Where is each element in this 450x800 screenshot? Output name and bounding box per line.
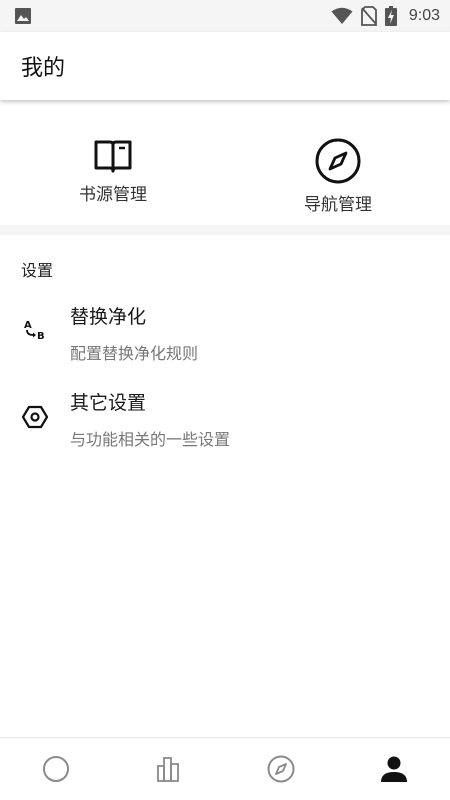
other-settings-title: 其它设置	[70, 392, 147, 414]
nav-tab-mine[interactable]	[379, 754, 409, 784]
wifi-icon	[331, 7, 353, 24]
other-settings-item[interactable]: 其它设置 与功能相关的一些设置	[0, 382, 450, 462]
book-open-icon	[94, 140, 132, 173]
replace-purify-title: 替换净化	[70, 306, 147, 328]
navigation-management-button[interactable]: 导航管理	[263, 138, 413, 215]
circle-icon	[43, 756, 69, 782]
status-time: 9:03	[408, 7, 440, 24]
page-title: 我的	[21, 56, 66, 81]
battery-charging-icon	[384, 6, 397, 26]
replace-ab-icon: A B	[24, 320, 45, 342]
section-divider	[0, 225, 450, 235]
nav-tab-discover[interactable]	[266, 754, 296, 784]
compass-icon	[315, 138, 361, 184]
replace-purify-summary: 配置替换净化规则	[70, 344, 199, 363]
nav-tab-bookshelf[interactable]	[41, 754, 71, 784]
svg-text:A: A	[24, 320, 32, 331]
book-source-management-button[interactable]: 书源管理	[38, 138, 188, 205]
svg-text:B: B	[37, 331, 45, 342]
no-sim-icon	[360, 6, 377, 26]
person-icon	[381, 756, 407, 782]
book-source-management-label: 书源管理	[79, 185, 147, 205]
image-icon	[15, 8, 31, 24]
navigation-management-label: 导航管理	[304, 195, 372, 215]
nav-tab-explore[interactable]	[154, 754, 184, 784]
replace-purify-item[interactable]: A B 替换净化 配置替换净化规则	[0, 296, 450, 376]
top-actions: 书源管理 导航管理	[0, 100, 450, 225]
other-settings-summary: 与功能相关的一些设置	[70, 430, 231, 449]
status-icons: 9:03	[331, 4, 440, 28]
bar-chart-icon	[157, 757, 179, 782]
settings-hexagon-icon	[22, 405, 48, 429]
status-bar: 9:03	[0, 0, 450, 32]
app-bar: 我的	[0, 32, 450, 100]
compass-icon	[267, 755, 295, 783]
settings-section-header: 设置	[21, 261, 54, 280]
bottom-navigation	[0, 737, 450, 800]
